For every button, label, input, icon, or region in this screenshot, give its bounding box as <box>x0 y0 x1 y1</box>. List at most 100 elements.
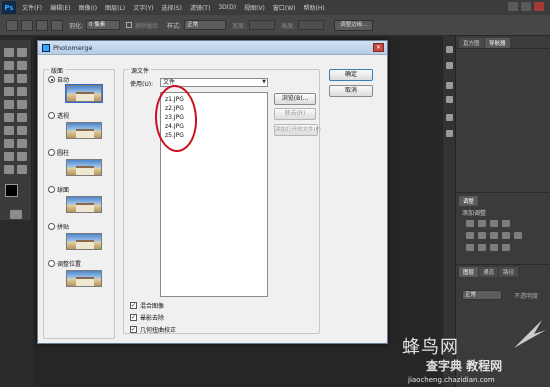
color-balance-icon[interactable] <box>490 232 498 239</box>
antialias-label: 消除锯齿 <box>134 22 159 30</box>
type-icon[interactable] <box>17 139 27 148</box>
layout-option-auto[interactable]: 自动 <box>48 75 69 84</box>
threshold-icon[interactable] <box>490 244 498 251</box>
radio-button[interactable] <box>48 260 55 267</box>
antialias-checkbox[interactable] <box>126 22 133 28</box>
layout-option-collage[interactable]: 拼贴 <box>48 222 69 231</box>
layout-option-cylindrical[interactable]: 圆柱 <box>48 148 69 157</box>
checkbox[interactable]: ✓ <box>130 326 137 333</box>
close-window-icon[interactable] <box>534 2 544 11</box>
shape-icon[interactable] <box>17 152 27 161</box>
history-panel-icon[interactable] <box>446 46 453 53</box>
healing-brush-icon[interactable] <box>4 87 14 96</box>
refine-edge-button[interactable]: 调整边缘... <box>334 19 374 31</box>
height-field[interactable] <box>298 20 325 30</box>
crop-icon[interactable] <box>4 74 14 83</box>
curves-icon[interactable] <box>490 220 498 227</box>
layout-group-label: 版面 <box>49 66 66 75</box>
menu-edit[interactable]: 编辑(E) <box>50 3 70 12</box>
add-selection-icon[interactable] <box>36 19 48 31</box>
exposure-icon[interactable] <box>502 220 510 227</box>
tab-adjustments[interactable]: 调整 <box>459 196 479 206</box>
character-panel-icon[interactable] <box>446 82 453 89</box>
dodge-icon[interactable] <box>17 126 27 135</box>
menu-window[interactable]: 窗口(W) <box>273 3 296 12</box>
menu-file[interactable]: 文件(F) <box>22 3 42 12</box>
brightness-icon[interactable] <box>466 220 474 227</box>
tools-panel <box>0 40 32 220</box>
quick-mask-icon[interactable] <box>10 210 22 219</box>
tab-histogram[interactable]: 直方图 <box>459 38 484 48</box>
add-open-files-button[interactable]: 添加打开的文件(F) <box>274 124 321 136</box>
checkbox[interactable]: ✓ <box>130 314 137 321</box>
menu-image[interactable]: 图像(I) <box>79 3 97 12</box>
ok-button[interactable]: 确定 <box>329 69 373 81</box>
remove-button[interactable]: 移去(R) <box>274 108 316 120</box>
gradient-map-icon[interactable] <box>502 244 510 251</box>
marquee-icon[interactable] <box>17 48 27 57</box>
eraser-icon[interactable] <box>4 113 14 122</box>
layout-option-perspective[interactable]: 透视 <box>48 111 69 120</box>
blur-icon[interactable] <box>4 126 14 135</box>
tab-navigator[interactable]: 导航器 <box>485 38 510 48</box>
cylindrical-layout-preview <box>66 159 102 176</box>
quick-select-icon[interactable] <box>17 61 27 70</box>
menu-type[interactable]: 文字(Y) <box>133 3 153 12</box>
maximize-icon[interactable] <box>521 2 531 11</box>
history-brush-icon[interactable] <box>17 100 27 109</box>
minimize-icon[interactable] <box>508 2 518 11</box>
black-white-icon[interactable] <box>502 232 510 239</box>
zoom-icon[interactable] <box>17 165 27 174</box>
move-tool-icon[interactable] <box>4 48 14 57</box>
close-icon[interactable]: ✕ <box>373 43 384 52</box>
radio-button[interactable] <box>48 76 55 83</box>
properties-panel-icon[interactable] <box>446 62 453 69</box>
brush-preset-panel-icon[interactable] <box>446 130 453 137</box>
path-select-icon[interactable] <box>4 152 14 161</box>
menu-layer[interactable]: 图层(L) <box>105 3 125 12</box>
eyedropper-icon[interactable] <box>17 74 27 83</box>
menu-view[interactable]: 视图(V) <box>244 3 265 12</box>
levels-icon[interactable] <box>478 220 486 227</box>
geometric-distortion-option[interactable]: ✓ 几何扭曲校正 <box>130 325 176 334</box>
cancel-button[interactable]: 取消 <box>329 85 373 97</box>
menu-3d[interactable]: 3D(D) <box>218 4 236 11</box>
hue-saturation-icon[interactable] <box>478 232 486 239</box>
vibrance-icon[interactable] <box>466 232 474 239</box>
brush-icon[interactable] <box>17 87 27 96</box>
menu-help[interactable]: 帮助(H) <box>304 3 325 12</box>
tab-paths[interactable]: 路径 <box>499 267 519 277</box>
radio-button[interactable] <box>48 149 55 156</box>
info-panel-icon[interactable] <box>446 114 453 121</box>
paragraph-panel-icon[interactable] <box>446 96 453 103</box>
foreground-color-swatch[interactable] <box>5 184 18 197</box>
gradient-icon[interactable] <box>17 113 27 122</box>
new-selection-icon[interactable] <box>21 19 33 31</box>
blend-mode-select[interactable]: 正常 <box>462 290 502 300</box>
subtract-selection-icon[interactable] <box>51 19 63 31</box>
blend-images-option[interactable]: ✓ 混合图像 <box>130 301 164 310</box>
tab-channels[interactable]: 通道 <box>479 267 499 277</box>
radio-button[interactable] <box>48 186 55 193</box>
tab-layers[interactable]: 图层 <box>459 267 479 277</box>
vignette-removal-option[interactable]: ✓ 晕影去除 <box>130 313 164 322</box>
radio-button[interactable] <box>48 223 55 230</box>
layout-option-reposition[interactable]: 调整位置 <box>48 259 81 268</box>
lasso-icon[interactable] <box>4 61 14 70</box>
clone-stamp-icon[interactable] <box>4 100 14 109</box>
menu-select[interactable]: 选择(S) <box>161 3 182 12</box>
photo-filter-icon[interactable] <box>514 232 522 239</box>
marquee-tool-icon[interactable] <box>6 19 18 31</box>
posterize-icon[interactable] <box>478 244 486 251</box>
style-select[interactable]: 正常 <box>184 20 227 30</box>
invert-icon[interactable] <box>466 244 474 251</box>
feather-field[interactable]: 0 像素 <box>86 20 121 30</box>
hand-icon[interactable] <box>4 165 14 174</box>
menu-filter[interactable]: 滤镜(T) <box>190 3 210 12</box>
layout-option-spherical[interactable]: 球面 <box>48 185 69 194</box>
browse-button[interactable]: 浏览(B)... <box>274 93 316 105</box>
checkbox[interactable]: ✓ <box>130 302 137 309</box>
width-field[interactable] <box>249 20 276 30</box>
pen-icon[interactable] <box>4 139 14 148</box>
radio-button[interactable] <box>48 112 55 119</box>
